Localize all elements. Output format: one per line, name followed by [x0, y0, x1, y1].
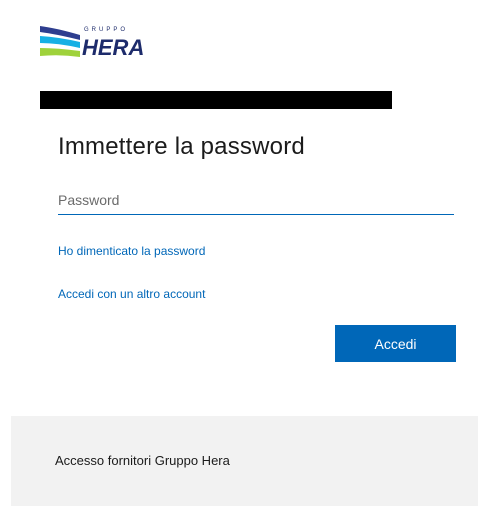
logo-stripe-bottom [40, 48, 80, 57]
footer-panel: Accesso fornitori Gruppo Hera [11, 416, 478, 506]
redacted-account-name [40, 91, 392, 109]
footer-text: Accesso fornitori Gruppo Hera [55, 453, 230, 468]
signin-button[interactable]: Accedi [335, 325, 456, 362]
password-input[interactable] [58, 186, 454, 215]
logo-small-text: GRUPPO [84, 27, 128, 33]
page-title: Immettere la password [58, 133, 305, 160]
logo-wordmark: HERA [82, 35, 144, 60]
other-account-link[interactable]: Accedi con un altro account [58, 287, 205, 301]
forgot-password-link[interactable]: Ho dimenticato la password [58, 244, 205, 258]
gruppo-hera-logo: GRUPPO HERA [38, 18, 178, 70]
